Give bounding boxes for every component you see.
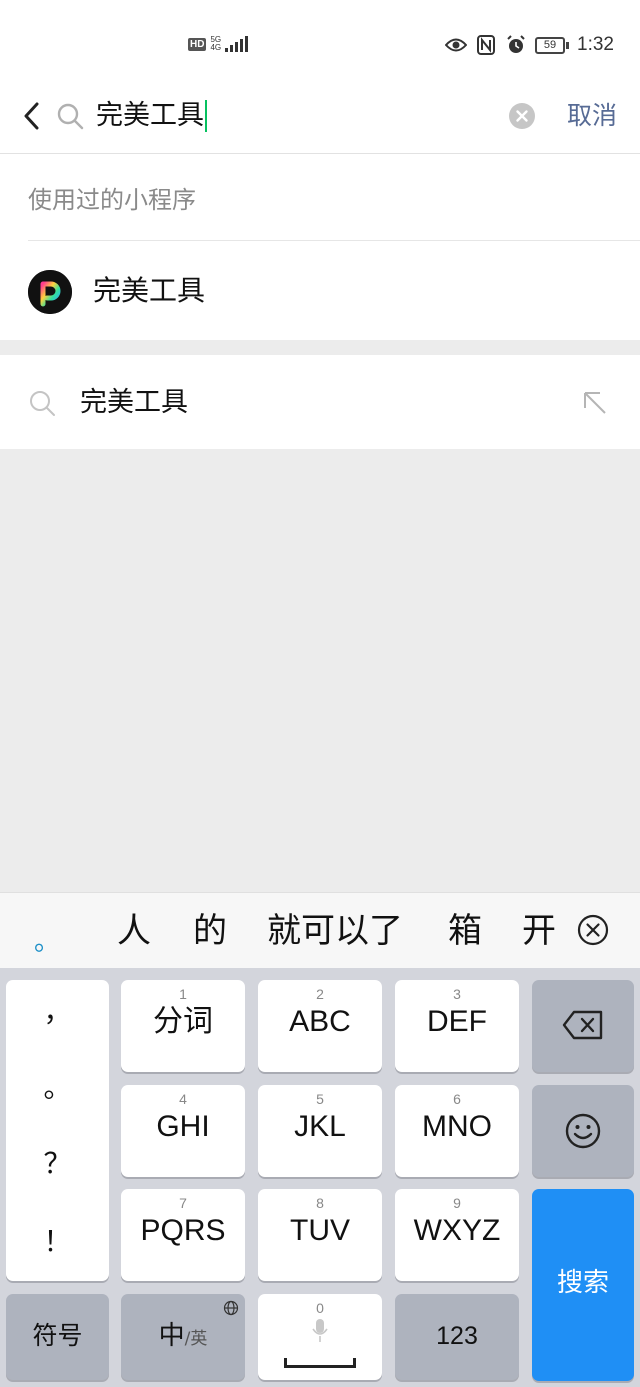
candidate-word[interactable]: 人 [117,909,151,953]
suggest-arrow-icon[interactable] [582,390,608,416]
mini-program-name: 完美工具 [93,274,206,307]
key-label: 分词 [153,1005,213,1038]
key-label: PQRS [140,1214,226,1247]
back-icon[interactable] [18,98,48,134]
numbers-key-label: 123 [436,1322,478,1350]
key-number: 7 [179,1195,187,1211]
key-3[interactable]: 3 DEF [395,980,519,1072]
key-number: 2 [316,986,324,1002]
search-suggestion-row[interactable]: 完美工具 [0,355,640,449]
key-8[interactable]: 8 TUV [258,1189,382,1281]
search-input[interactable]: 完美工具 [96,98,207,134]
backspace-key[interactable] [532,980,634,1072]
numbers-key[interactable]: 123 [395,1294,519,1380]
search-icon [56,102,84,130]
cancel-button[interactable]: 取消 [567,98,617,134]
network-type: 5G 4G [210,36,221,52]
search-key-label: 搜索 [556,1268,609,1298]
search-bar: 完美工具 取消 [0,80,640,154]
key-9[interactable]: 9 WXYZ [395,1189,519,1281]
globe-icon [223,1300,239,1320]
emoji-key[interactable] [532,1085,634,1177]
battery-level: 59 [535,36,566,54]
status-time: 1:32 [577,34,614,55]
key-label: WXYZ [413,1214,501,1247]
mic-icon [312,1318,328,1348]
key-2[interactable]: 2 ABC [258,980,382,1072]
language-switch-key[interactable]: 中/英 [121,1294,245,1380]
candidate-word[interactable]: 箱 [448,909,482,953]
section-title: 使用过的小程序 [28,186,196,214]
used-mini-programs-section: 使用过的小程序 完美工具 [0,154,640,340]
key-number: 3 [453,986,461,1002]
key-6[interactable]: 6 MNO [395,1085,519,1177]
mini-program-logo [28,270,72,314]
alarm-icon [505,34,527,56]
symbols-key[interactable]: 符号 [6,1294,109,1380]
key-number: 0 [316,1300,324,1316]
space-bar-icon [284,1358,356,1368]
clear-icon[interactable] [509,103,535,129]
battery-indicator: 59 [535,36,570,54]
mini-program-item[interactable]: 完美工具 [0,241,640,340]
network-sub-label: 4G [210,43,222,52]
key-label: MNO [422,1110,492,1143]
search-key[interactable]: 搜索 [532,1189,634,1381]
key-number: 9 [453,1195,461,1211]
punct-key[interactable]: 。 [6,1070,109,1106]
suggestion-text: 完美工具 [80,387,188,418]
key-1[interactable]: 1 分词 [121,980,245,1072]
key-label: TUV [290,1214,350,1247]
key-7[interactable]: 7 PQRS [121,1189,245,1281]
symbols-key-label: 符号 [32,1321,83,1350]
key-label: GHI [156,1110,210,1143]
key-5[interactable]: 5 JKL [258,1085,382,1177]
ime-keyboard: ， 。 ？ ！ 1 分词 2 ABC 3 DEF 4 GHI 5 JKL 6 M… [0,968,640,1387]
lang-main-label: 中 [158,1321,185,1351]
punct-key[interactable]: ！ [6,1224,109,1260]
search-icon [28,389,56,417]
status-left: HD 5G 4G [188,36,249,52]
status-right: 59 1:32 [445,34,614,56]
hd-badge: HD [188,37,207,51]
candidate-close-icon[interactable] [577,914,609,946]
nfc-icon [475,34,497,56]
search-query-text: 完美工具 [96,100,204,131]
key-label: JKL [294,1110,346,1143]
key-number: 6 [453,1091,461,1107]
key-number: 5 [316,1091,324,1107]
key-number: 4 [179,1091,187,1107]
candidate-punctuation[interactable]: 。 [34,921,60,958]
candidate-word[interactable]: 就可以了 [267,909,403,953]
punct-key[interactable]: ？ [6,1146,109,1182]
ime-candidate-bar: 。 人 的 就可以了 箱 开 [0,892,640,968]
status-bar: HD 5G 4G 59 1:32 [0,0,640,90]
space-key[interactable]: 0 [258,1294,382,1380]
key-label: ABC [289,1005,351,1038]
lang-sub-label: /英 [184,1329,208,1349]
emoji-icon [565,1113,601,1153]
punct-key[interactable]: ， [6,994,109,1030]
signal-icon [225,36,249,52]
key-label: DEF [427,1005,487,1038]
punctuation-column: ， 。 ？ ！ [6,980,109,1281]
key-4[interactable]: 4 GHI [121,1085,245,1177]
key-number: 8 [316,1195,324,1211]
eye-icon [445,34,468,56]
candidate-word[interactable]: 的 [193,909,227,953]
key-number: 1 [179,986,187,1002]
backspace-icon [562,1010,604,1044]
text-caret [205,100,207,132]
candidate-word[interactable]: 开 [522,909,556,953]
